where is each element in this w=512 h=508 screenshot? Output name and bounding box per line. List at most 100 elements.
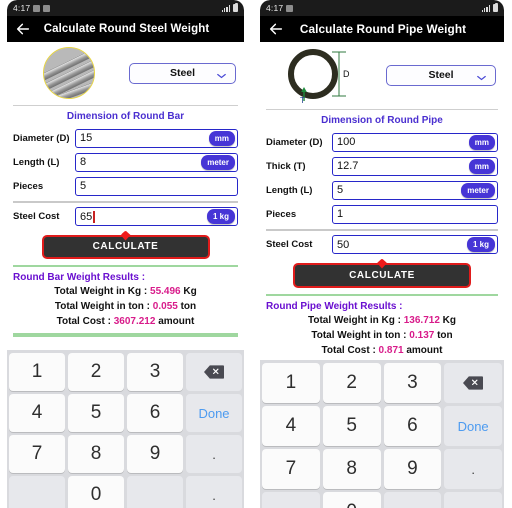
divider <box>266 109 498 110</box>
diameter-input[interactable]: 15 mm <box>75 128 238 148</box>
key-9[interactable]: 9 <box>383 449 442 489</box>
right-phone-frame: 4:17 Calculate Round Pipe Weight D T Ste… <box>250 0 512 508</box>
result-value: 55.496 <box>150 286 181 297</box>
done-button[interactable]: Done <box>444 406 502 446</box>
field-value: 100 <box>337 136 356 148</box>
left-top-section: Steel <box>13 42 238 103</box>
left-section-title: Dimension of Round Bar <box>66 111 185 122</box>
result-value: 0.137 <box>409 330 435 341</box>
key-6[interactable]: 6 <box>127 394 183 432</box>
field-row-pieces: Pieces 5 <box>13 174 238 198</box>
status-bar-right <box>481 3 498 12</box>
field-label: Pieces <box>13 180 44 192</box>
key-decimal-secondary[interactable]: . <box>444 492 502 508</box>
field-value: 8 <box>80 156 87 168</box>
back-arrow-icon[interactable] <box>268 21 284 37</box>
material-dropdown-value: Steel <box>428 69 454 81</box>
done-button[interactable]: Done <box>186 394 242 432</box>
field-row-pieces: Pieces 1 <box>266 202 498 226</box>
key-5[interactable]: 5 <box>322 406 381 446</box>
steel-cost-input[interactable]: 65 1 kg <box>75 207 238 226</box>
key-8[interactable]: 8 <box>68 435 124 473</box>
key-decimal[interactable]: . <box>444 449 502 489</box>
key-decimal-label: . <box>471 461 475 477</box>
field-row-diameter: Diameter (D) 100 mm <box>266 130 498 154</box>
material-dropdown[interactable]: Steel <box>129 62 236 84</box>
right-section-title: Dimension of Round Pipe <box>321 115 443 126</box>
length-input[interactable]: 8 meter <box>75 152 238 172</box>
field-value: 1 <box>337 208 344 220</box>
field-value: 15 <box>80 132 93 144</box>
right-results-title: Round Pipe Weight Results : <box>266 301 403 312</box>
battery-icon <box>233 3 238 12</box>
key-7[interactable]: 7 <box>262 449 320 489</box>
key-4[interactable]: 4 <box>262 406 320 446</box>
keyboard-row: 7 8 9 . <box>9 435 242 473</box>
field-label: Length (L) <box>13 156 60 168</box>
keyboard-row: 1 2 3 <box>262 363 502 403</box>
round-pipe-cross-section-diagram: D T <box>268 47 380 105</box>
result-prefix: Total Cost : <box>56 316 114 327</box>
result-line: Total Weight in ton : 0.137 ton <box>266 328 498 343</box>
text-caret <box>93 210 95 223</box>
backspace-icon[interactable] <box>186 353 242 391</box>
calculate-button[interactable]: CALCULATE <box>293 258 471 288</box>
result-line: Total Cost : 0.871 amount <box>266 343 498 358</box>
unit-badge: mm <box>468 158 495 174</box>
result-value: 0.055 <box>152 301 178 312</box>
pieces-input[interactable]: 1 <box>332 204 498 224</box>
result-prefix: Total Weight in ton : <box>54 301 153 312</box>
steel-cost-input[interactable]: 50 1 kg <box>332 235 498 254</box>
field-label: Steel Cost <box>266 239 313 250</box>
length-input[interactable]: 5 meter <box>332 180 498 200</box>
signal-icon <box>481 4 490 12</box>
key-3[interactable]: 3 <box>127 353 183 391</box>
keyboard-row: 0 . <box>262 492 502 508</box>
field-label: Thick (T) <box>266 160 306 172</box>
key-0[interactable]: 0 <box>322 492 381 508</box>
field-value: 50 <box>337 238 350 251</box>
key-9[interactable]: 9 <box>127 435 183 473</box>
field-value: 65 <box>80 210 93 223</box>
calculate-button-label: CALCULATE <box>349 269 415 281</box>
calculate-button[interactable]: CALCULATE <box>41 230 210 259</box>
key-2[interactable]: 2 <box>68 353 124 391</box>
key-6[interactable]: 6 <box>383 406 442 446</box>
unit-badge: meter <box>461 182 495 198</box>
result-suffix: Kg <box>180 286 197 297</box>
field-value: 12.7 <box>337 160 359 172</box>
thickness-input[interactable]: 12.7 mm <box>332 156 498 176</box>
battery-icon <box>493 3 498 12</box>
key-decimal-secondary[interactable]: . <box>186 476 242 508</box>
key-7[interactable]: 7 <box>9 435 65 473</box>
status-bar: 4:17 <box>7 0 244 16</box>
field-label: Length (L) <box>266 184 313 196</box>
key-5[interactable]: 5 <box>68 394 124 432</box>
diameter-input[interactable]: 100 mm <box>332 132 498 152</box>
round-steel-bars-photo <box>43 47 95 99</box>
right-calculate-wrap: CALCULATE <box>266 257 498 292</box>
pieces-input[interactable]: 5 <box>75 176 238 196</box>
key-8[interactable]: 8 <box>322 449 381 489</box>
key-3[interactable]: 3 <box>383 363 442 403</box>
field-label: Diameter (D) <box>266 136 323 148</box>
key-0[interactable]: 0 <box>68 476 124 508</box>
key-4[interactable]: 4 <box>9 394 65 432</box>
key-1[interactable]: 1 <box>9 353 65 391</box>
backspace-icon[interactable] <box>444 363 502 403</box>
key-2[interactable]: 2 <box>322 363 381 403</box>
key-decimal[interactable]: . <box>186 435 242 473</box>
left-content: Steel Dimension of Round Bar Diameter (D… <box>7 42 244 337</box>
result-line: Total Weight in Kg : 136.712 Kg <box>266 313 498 328</box>
right-numeric-keyboard: 1 2 3 4 5 6 Done 7 8 9 . <box>260 360 504 508</box>
status-bar: 4:17 <box>260 0 504 16</box>
field-label: Pieces <box>266 208 297 220</box>
key-1[interactable]: 1 <box>262 363 320 403</box>
field-row-diameter: Diameter (D) 15 mm <box>13 126 238 150</box>
back-arrow-icon[interactable] <box>15 21 31 37</box>
touch-pointer-icon <box>377 258 387 269</box>
keyboard-row: 4 5 6 Done <box>9 394 242 432</box>
svg-text:D: D <box>343 69 350 79</box>
keyboard-row: 7 8 9 . <box>262 449 502 489</box>
material-dropdown[interactable]: Steel <box>386 64 496 86</box>
